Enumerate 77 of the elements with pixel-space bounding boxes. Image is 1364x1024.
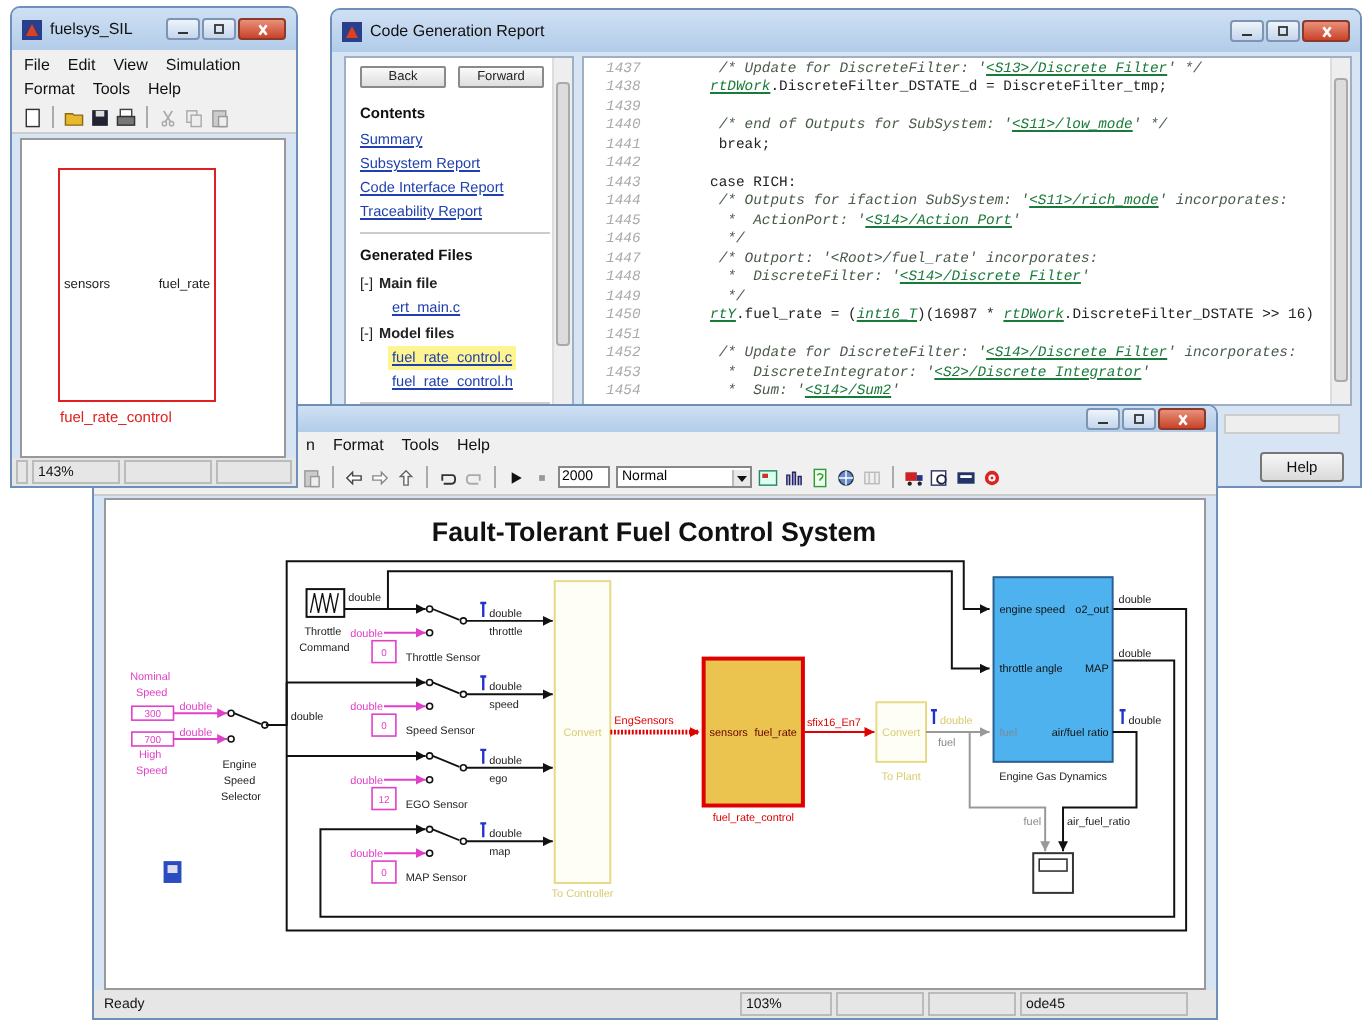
menu-item[interactable]: File [24, 56, 50, 74]
globe-icon[interactable] [836, 467, 856, 487]
app-icon [22, 19, 42, 39]
minimize-button[interactable] [166, 18, 200, 40]
menu-item[interactable]: Simulation [165, 56, 241, 74]
maximize-button[interactable] [1122, 408, 1156, 430]
data-type-marker-icon [479, 748, 488, 766]
convert-block [875, 701, 928, 763]
constant-block [131, 731, 175, 747]
status-cell [124, 460, 212, 484]
constant-block [371, 786, 397, 811]
play-icon[interactable] [506, 467, 526, 487]
folder-icon[interactable] [64, 107, 84, 127]
close-button[interactable] [238, 18, 286, 40]
target-icon[interactable] [982, 467, 1002, 487]
status-cell [836, 992, 924, 1016]
close-icon [257, 23, 267, 35]
printer-icon[interactable] [116, 107, 136, 127]
maximize-icon [1278, 26, 1288, 36]
close-button[interactable] [1158, 408, 1206, 430]
minimize-icon [178, 31, 188, 35]
constant-block [371, 639, 397, 664]
close-icon [1321, 25, 1331, 37]
magnifier-icon[interactable] [930, 467, 950, 487]
bar-chart-icon[interactable] [784, 467, 804, 487]
maximize-icon [214, 24, 224, 34]
menu-item[interactable]: Tools [92, 80, 131, 98]
switch-icon [227, 709, 269, 743]
constant-block [371, 860, 397, 884]
menu-item[interactable]: Edit [67, 56, 96, 74]
data-type-marker-icon [929, 709, 939, 726]
status-cell [16, 460, 28, 484]
scrollbar[interactable] [1330, 58, 1350, 404]
diagram-title: Fault-Tolerant Fuel Control System [431, 517, 877, 548]
switch-icon [425, 605, 468, 637]
signal-generator-block [305, 588, 346, 618]
close-icon [1177, 413, 1187, 425]
menu-item[interactable]: Help [456, 436, 490, 456]
left-arrow-icon[interactable] [344, 467, 364, 487]
status-cell [216, 460, 292, 484]
app-icon [342, 21, 362, 41]
window-title: fuelsys_SIL [50, 20, 133, 38]
maximize-icon [1134, 414, 1144, 424]
switch-icon [425, 752, 468, 784]
menu-item[interactable]: Help [148, 80, 181, 98]
up-arrow-icon[interactable] [396, 467, 416, 487]
minimize-icon [1242, 33, 1252, 37]
minimize-icon [1098, 421, 1108, 425]
truck-icon[interactable] [904, 467, 924, 487]
menu-item[interactable]: n [306, 436, 315, 456]
close-button[interactable] [1302, 20, 1350, 42]
switch-icon [425, 825, 468, 857]
scrollbar[interactable] [1224, 414, 1340, 434]
data-type-marker-icon [1118, 709, 1127, 726]
menu-item[interactable]: View [113, 56, 148, 74]
minimize-button[interactable] [1230, 20, 1264, 42]
scope-block [1032, 852, 1074, 894]
constant-block [371, 713, 397, 737]
document-icon[interactable] [22, 107, 42, 127]
minimize-button[interactable] [1086, 408, 1120, 430]
bus-line [610, 727, 700, 737]
maximize-button[interactable] [202, 18, 236, 40]
constant-block [131, 705, 175, 721]
menu-item[interactable]: Format [24, 80, 75, 98]
scrollbar[interactable] [552, 58, 572, 404]
switch-icon [425, 678, 468, 710]
window-title: Code Generation Report [370, 22, 545, 40]
signal-line [172, 708, 229, 719]
data-type-marker-icon [479, 822, 488, 839]
data-type-marker-icon [479, 601, 488, 619]
maximize-button[interactable] [1266, 20, 1300, 42]
menu-item[interactable]: Format [332, 436, 384, 456]
status-cell [928, 992, 1016, 1016]
menu-item[interactable]: Tools [401, 436, 439, 456]
signal-line [172, 734, 229, 744]
panel-icon[interactable] [956, 467, 976, 487]
data-type-marker-icon [479, 675, 488, 692]
